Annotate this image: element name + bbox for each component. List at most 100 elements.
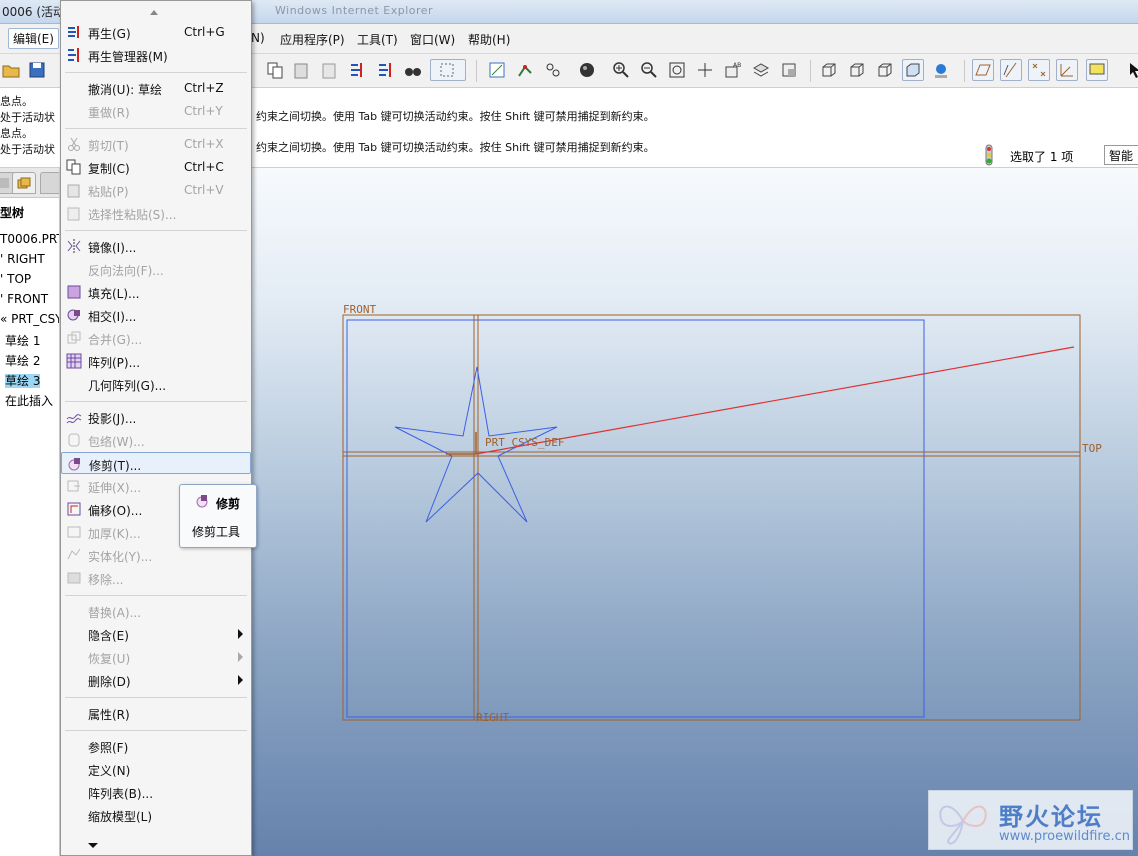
save-icon[interactable] (26, 59, 48, 81)
menu-item-21[interactable]: 修剪(T)... (61, 452, 251, 474)
scroll-up-icon[interactable] (149, 5, 159, 19)
menu-item-31[interactable]: 删除(D) (61, 669, 251, 691)
menu-item-7[interactable]: 复制(C) Ctrl+C (61, 156, 251, 178)
menu-edit[interactable]: 编辑(E) (8, 28, 59, 49)
scroll-down-icon[interactable] (87, 839, 99, 853)
tree-item-part[interactable]: T0006.PRT (0, 232, 59, 246)
tree-item-right[interactable]: ' RIGHT (0, 252, 45, 266)
menu-item-label: 再生(G) (88, 27, 131, 41)
sketch-rectangle[interactable] (346, 319, 925, 718)
menu-tools[interactable]: 工具(T) (357, 31, 398, 48)
menu-item-label: 阵列表(B)... (88, 787, 154, 801)
tree-item-front[interactable]: ' FRONT (0, 292, 48, 306)
zoom-in-icon[interactable] (610, 59, 632, 81)
menu-item-35[interactable]: 参照(F) (61, 735, 251, 757)
menu-item-0[interactable]: 再生(G) Ctrl+G (61, 21, 251, 43)
menu-item-36[interactable]: 定义(N) (61, 758, 251, 780)
top-label: TOP (1082, 442, 1102, 455)
tree-item-sketch-1[interactable]: 草绘 1 (5, 332, 40, 349)
paste-tool-icon[interactable] (290, 59, 312, 81)
menu-item-17[interactable]: 几何阵列(G)... (61, 373, 251, 395)
menu-item-13[interactable]: 填充(L)... (61, 281, 251, 303)
menu-item-label: 选择性粘贴(S)... (88, 208, 177, 222)
reorient-icon[interactable] (694, 59, 716, 81)
layers-icon[interactable] (750, 59, 772, 81)
select-box-icon[interactable] (430, 59, 466, 81)
datum-point-icon[interactable] (514, 59, 536, 81)
cursor-icon[interactable] (1124, 59, 1138, 81)
find-icon[interactable] (402, 59, 424, 81)
extend-icon (66, 478, 82, 494)
datum-points-toggle-icon[interactable] (1028, 59, 1050, 81)
datum-axis-icon[interactable] (542, 59, 564, 81)
menu-item-37[interactable]: 阵列表(B)... (61, 781, 251, 803)
menu-item-11[interactable]: 镜像(I)... (61, 235, 251, 257)
menu-item-shortcut: Ctrl+Z (184, 81, 224, 95)
message-line: 处于活动状 (0, 111, 55, 124)
watermark-title: 野火论坛 (999, 803, 1103, 831)
paste-special-tool-icon[interactable] (318, 59, 340, 81)
datum-planes-toggle-icon[interactable] (972, 59, 994, 81)
menu-item-1[interactable]: 再生管理器(M) (61, 44, 251, 66)
regenerate-tool-icon[interactable] (346, 59, 368, 81)
menu-item-shortcut: Ctrl+G (184, 25, 225, 39)
enhanced-realism-icon[interactable] (930, 59, 952, 81)
sketch-view-icon[interactable] (486, 59, 508, 81)
menu-item-16[interactable]: 阵列(P)... (61, 350, 251, 372)
butterfly-logo-icon (935, 795, 991, 850)
no-hidden-icon[interactable] (874, 59, 896, 81)
shading-icon[interactable] (570, 59, 604, 81)
menu-item-3[interactable]: 撤消(U): 草绘 Ctrl+Z (61, 77, 251, 99)
annotation-toggle-icon[interactable] (1086, 59, 1108, 81)
menu-item-14[interactable]: 相交(I)... (61, 304, 251, 326)
red-curve[interactable] (475, 346, 1075, 455)
menu-insert[interactable]: N) (251, 31, 265, 45)
menu-item-label: 再生管理器(M) (88, 50, 168, 64)
wireframe-icon[interactable] (818, 59, 840, 81)
menu-item-33[interactable]: 属性(R) (61, 702, 251, 724)
tab-folder-browser[interactable] (12, 172, 36, 194)
tree-item-sketch-2[interactable]: 草绘 2 (5, 352, 40, 369)
csys-toggle-icon[interactable] (1056, 59, 1078, 81)
menu-separator (65, 697, 247, 698)
menu-item-label: 剪切(T) (88, 139, 129, 153)
tree-item-top[interactable]: ' TOP (0, 272, 31, 286)
watermark-url: www.proewildfire.cn (999, 829, 1130, 844)
tab-favorites[interactable] (40, 172, 59, 194)
menu-help[interactable]: 帮助(H) (468, 31, 510, 48)
menu-separator (65, 401, 247, 402)
merge-icon (66, 330, 82, 346)
message-line: 息点。 (0, 127, 33, 140)
copy-tool-icon[interactable] (264, 59, 286, 81)
saved-views-icon[interactable]: AB (722, 59, 744, 81)
datum-axes-toggle-icon[interactable] (1000, 59, 1022, 81)
menu-item-28: 替换(A)... (61, 600, 251, 622)
view-manager-icon[interactable] (778, 59, 800, 81)
tree-item-sketch-3[interactable]: 草绘 3 (5, 372, 41, 389)
shaded-icon[interactable] (902, 59, 924, 81)
selection-filter[interactable]: 智能 (1104, 145, 1138, 165)
menu-item-30: 恢复(U) (61, 646, 251, 668)
menu-applications[interactable]: 应用程序(P) (280, 31, 345, 48)
refit-icon[interactable] (666, 59, 688, 81)
hidden-line-icon[interactable] (846, 59, 868, 81)
regen-manager-tool-icon[interactable] (374, 59, 396, 81)
front-label: FRONT (343, 303, 376, 316)
tree-item-csys[interactable]: « PRT_CSYS (0, 312, 59, 326)
graphics-window[interactable]: FRONT TOP RIGHT PRT_CSYS_DEF (250, 168, 1138, 856)
menu-item-label: 复制(C) (88, 162, 130, 176)
offset-icon (66, 501, 82, 517)
menu-item-19[interactable]: 投影(J)... (61, 406, 251, 428)
menu-window[interactable]: 窗口(W) (410, 31, 455, 48)
tree-item-insert-here[interactable]: 在此插入 (5, 392, 53, 409)
zoom-out-icon[interactable] (638, 59, 660, 81)
trim-icon (67, 456, 83, 472)
menu-item-label: 恢复(U) (88, 652, 131, 666)
open-icon[interactable] (0, 59, 22, 81)
menu-item-label: 隐含(E) (88, 629, 129, 643)
menu-item-38[interactable]: 缩放模型(L) (61, 804, 251, 826)
menu-item-4: 重做(R) Ctrl+Y (61, 100, 251, 122)
menu-item-29[interactable]: 隐含(E) (61, 623, 251, 645)
front-datum-plane[interactable] (342, 314, 1081, 721)
thicken-icon (66, 524, 82, 540)
